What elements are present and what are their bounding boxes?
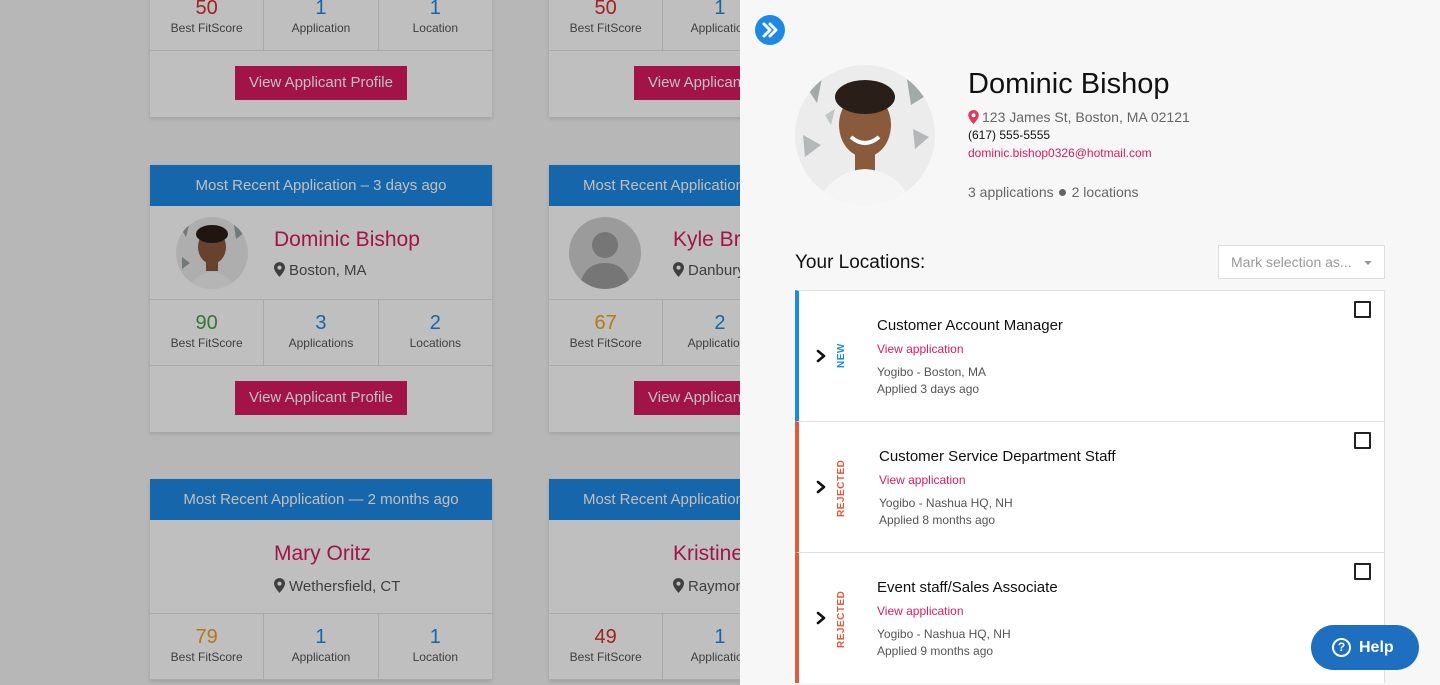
applicant-address: 123 James St, Boston, MA 02121 (968, 109, 1190, 125)
help-question-icon: ? (1332, 638, 1351, 657)
status-text: NEW (836, 343, 847, 368)
mark-selection-placeholder: Mark selection as... (1231, 254, 1352, 270)
collapse-panel-button[interactable] (755, 15, 785, 45)
applicant-phone: (617) 555-5555 (968, 128, 1051, 142)
double-chevron-right-icon (762, 22, 778, 38)
applications-count: 3 applications (968, 184, 1054, 200)
status-text: REJECTED (836, 459, 847, 517)
locations-heading: Your Locations: (795, 252, 926, 273)
help-button[interactable]: ? Help (1311, 625, 1419, 670)
locations-count: 2 locations (1071, 184, 1139, 200)
profile-photo (795, 65, 935, 205)
separator-dot (1058, 189, 1066, 197)
view-application-link[interactable]: View application (877, 604, 964, 618)
view-application-link[interactable]: View application (879, 473, 966, 487)
application-company: Yogibo - Nashua HQ, NH (879, 496, 1013, 510)
chevron-right-icon[interactable] (815, 348, 827, 364)
application-title: Customer Account Manager (877, 317, 1063, 334)
status-badge-rejected: REJECTED (836, 460, 852, 528)
application-company: Yogibo - Nashua HQ, NH (877, 627, 1011, 641)
chevron-right-icon[interactable] (815, 610, 827, 626)
applicant-email-link[interactable]: dominic.bishop0326@hotmail.com (968, 146, 1152, 160)
address-text: 123 James St, Boston, MA 02121 (982, 109, 1190, 125)
application-item: NEW Customer Account Manager View applic… (795, 290, 1385, 421)
application-item: REJECTED Customer Service Department Sta… (795, 421, 1385, 552)
caret-down-icon (1364, 261, 1372, 265)
select-checkbox[interactable] (1354, 432, 1371, 449)
status-badge-rejected: REJECTED (836, 591, 852, 659)
application-title: Event staff/Sales Associate (877, 579, 1058, 596)
application-company: Yogibo - Boston, MA (877, 365, 986, 379)
applicant-detail-panel: Dominic Bishop 123 James St, Boston, MA … (740, 0, 1440, 685)
map-pin-icon (968, 110, 979, 124)
application-item: REJECTED Event staff/Sales Associate Vie… (795, 552, 1385, 683)
application-date: Applied 3 days ago (877, 382, 980, 396)
application-date: Applied 9 months ago (877, 644, 994, 658)
mark-selection-dropdown[interactable]: Mark selection as... (1218, 245, 1385, 279)
status-badge-new: NEW (836, 343, 852, 379)
chevron-right-icon[interactable] (815, 479, 827, 495)
application-title: Customer Service Department Staff (879, 448, 1116, 465)
select-checkbox[interactable] (1354, 301, 1371, 318)
status-text: REJECTED (836, 590, 847, 648)
select-checkbox[interactable] (1354, 563, 1371, 580)
help-label: Help (1359, 639, 1394, 656)
applicant-name: Dominic Bishop (968, 68, 1170, 100)
applicant-summary: 3 applications 2 locations (968, 184, 1139, 200)
view-application-link[interactable]: View application (877, 342, 964, 356)
modal-backdrop[interactable] (0, 0, 740, 685)
application-date: Applied 8 months ago (879, 513, 996, 527)
